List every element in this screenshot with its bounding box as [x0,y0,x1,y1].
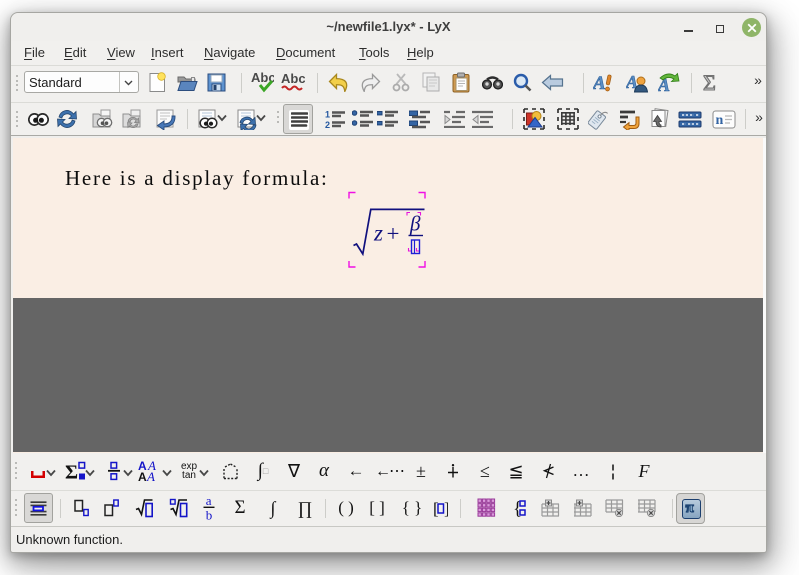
svg-text:1: 1 [325,110,330,120]
svg-text:A: A [593,73,606,93]
svg-text:]: ] [444,500,448,517]
svg-text:b: b [206,508,213,522]
svg-text:Σ: Σ [65,462,78,482]
svg-text:2: 2 [325,120,330,129]
svg-text:A: A [138,470,147,482]
svg-text:+: + [387,221,400,246]
svg-text:z: z [373,221,383,246]
svg-text:A: A [146,469,155,482]
svg-text:Abc: Abc [281,71,305,86]
svg-text:β: β [409,212,421,236]
svg-text:n: n [716,113,724,128]
svg-text:a: a [206,495,212,508]
svg-text:Σ: Σ [703,71,716,93]
